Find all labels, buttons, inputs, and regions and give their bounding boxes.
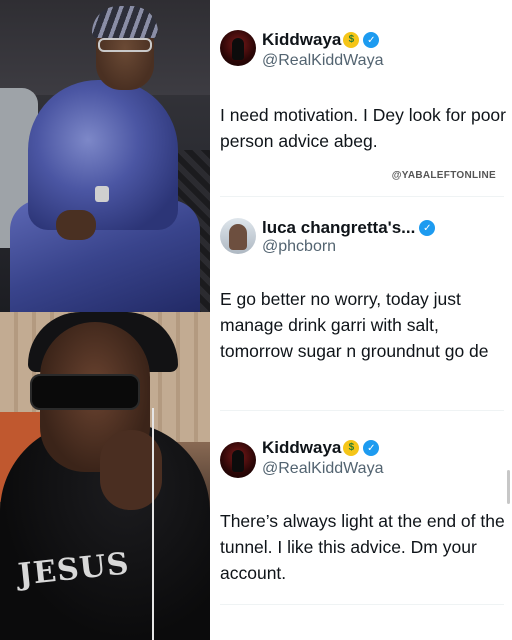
author-handle[interactable]: @phcborn (262, 238, 336, 256)
verified-badge-icon: ✓ (419, 220, 436, 236)
author-name[interactable]: Kiddwaya (262, 30, 341, 50)
tweet-text: There’s always light at the end of the t… (220, 511, 505, 583)
author-name[interactable]: Kiddwaya (262, 438, 341, 458)
photo-bottom: JESUS (0, 312, 210, 640)
tweet-text: I need motivation. I Dey look for poor p… (220, 105, 506, 151)
tweet-card: luca changretta's... ✓ @phcborn E go bet… (210, 200, 512, 380)
photo-glasses (98, 38, 152, 52)
divider (220, 410, 504, 411)
photo-watch (95, 186, 109, 202)
tweet-card: Kiddwaya $ ✓ @RealKiddWaya I need motiva… (210, 0, 512, 200)
photo-sunglasses (30, 374, 140, 410)
author-row: luca changretta's... ✓ (262, 218, 436, 238)
photo-outfit-top (28, 80, 178, 230)
tweet-thread: Kiddwaya $ ✓ @RealKiddWaya I need motiva… (210, 0, 512, 640)
author-row: Kiddwaya $ ✓ (262, 438, 380, 458)
scrollbar[interactable] (507, 470, 510, 504)
tweet-card: Kiddwaya $ ✓ @RealKiddWaya There’s alway… (210, 420, 512, 620)
author-handle[interactable]: @RealKiddWaya (262, 52, 383, 70)
author-handle[interactable]: @RealKiddWaya (262, 460, 383, 478)
author-row: Kiddwaya $ ✓ (262, 30, 380, 50)
tweet-text: E go better no worry, today just manage … (220, 289, 489, 361)
money-mouth-emoji-icon: $ (343, 440, 360, 456)
divider (220, 604, 504, 605)
divider (220, 196, 504, 197)
avatar[interactable] (220, 442, 256, 478)
photo-top (0, 0, 210, 312)
verified-badge-icon: ✓ (363, 440, 380, 456)
photo-hand (56, 210, 96, 240)
verified-badge-icon: ✓ (363, 32, 380, 48)
money-mouth-emoji-icon: $ (343, 32, 360, 48)
photo-earbud-wire (152, 408, 154, 640)
avatar[interactable] (220, 218, 256, 254)
author-name[interactable]: luca changretta's... (262, 218, 415, 238)
avatar[interactable] (220, 30, 256, 66)
watermark: @YABALEFTONLINE (391, 170, 496, 181)
